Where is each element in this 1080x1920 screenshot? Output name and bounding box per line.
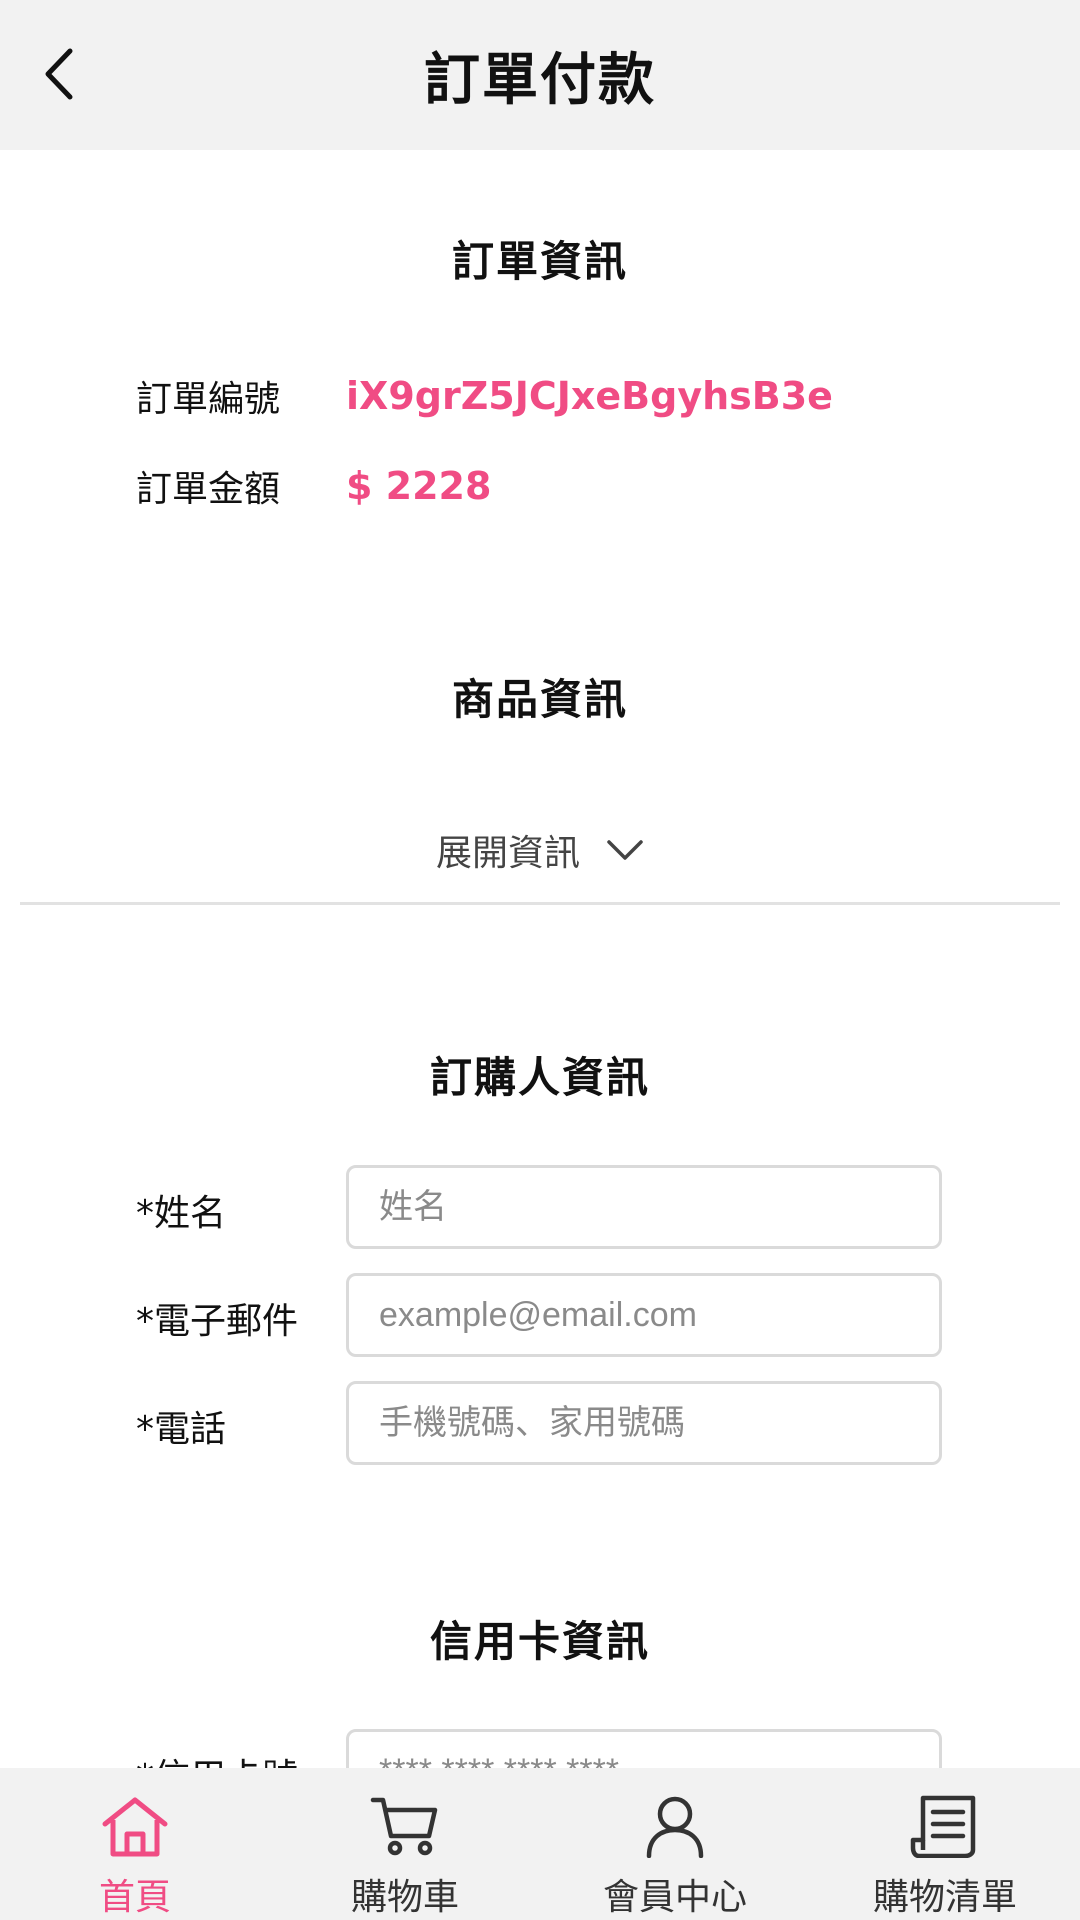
order-number-row: 訂單編號 iX9grZ5JCJxeBgyhsB3e — [136, 366, 833, 426]
product-info-title: 商品資訊 — [451, 675, 628, 724]
nav-shopping-list-label: 購物清單 — [872, 1877, 1017, 1918]
phone-label: *電話 — [136, 1409, 227, 1450]
order-number-label: 訂單編號 — [136, 379, 281, 420]
back-button[interactable] — [34, 44, 84, 104]
order-info-title: 訂單資訊 — [451, 237, 628, 286]
expand-info-button[interactable]: 展開資訊 — [0, 820, 1080, 880]
nav-cart-label: 購物車 — [350, 1877, 459, 1918]
name-label: *姓名 — [136, 1193, 227, 1234]
section-divider — [20, 902, 1060, 905]
order-amount-row: 訂單金額 $ 2228 — [136, 456, 491, 516]
buyer-info-title: 訂購人資訊 — [429, 1053, 650, 1102]
home-icon — [102, 1797, 168, 1857]
email-input[interactable] — [346, 1273, 942, 1357]
order-amount-value: $ 2228 — [346, 464, 492, 508]
user-icon — [646, 1796, 704, 1858]
chevron-down-icon — [607, 840, 643, 860]
page-title: 訂單付款 — [424, 47, 656, 113]
bottom-navigation: 首頁 購物車 會員中心 購物清單 — [0, 1768, 1080, 1920]
nav-cart[interactable]: 購物車 — [270, 1768, 540, 1920]
email-label: *電子郵件 — [136, 1301, 299, 1342]
nav-shopping-list[interactable]: 購物清單 — [810, 1768, 1080, 1920]
order-number-value: iX9grZ5JCJxeBgyhsB3e — [346, 374, 833, 418]
card-info-title: 信用卡資訊 — [429, 1617, 650, 1666]
chevron-left-icon — [45, 48, 73, 100]
top-app-bar: 訂單付款 — [0, 0, 1080, 150]
nav-member[interactable]: 會員中心 — [540, 1768, 810, 1920]
phone-input[interactable] — [346, 1381, 942, 1465]
nav-home[interactable]: 首頁 — [0, 1768, 270, 1920]
nav-home-label: 首頁 — [98, 1877, 171, 1918]
nav-member-label: 會員中心 — [602, 1877, 747, 1918]
order-amount-label: 訂單金額 — [136, 469, 281, 510]
name-input[interactable] — [346, 1165, 942, 1249]
cart-icon — [370, 1797, 438, 1856]
list-icon — [910, 1795, 976, 1858]
expand-info-label: 展開資訊 — [435, 833, 580, 874]
